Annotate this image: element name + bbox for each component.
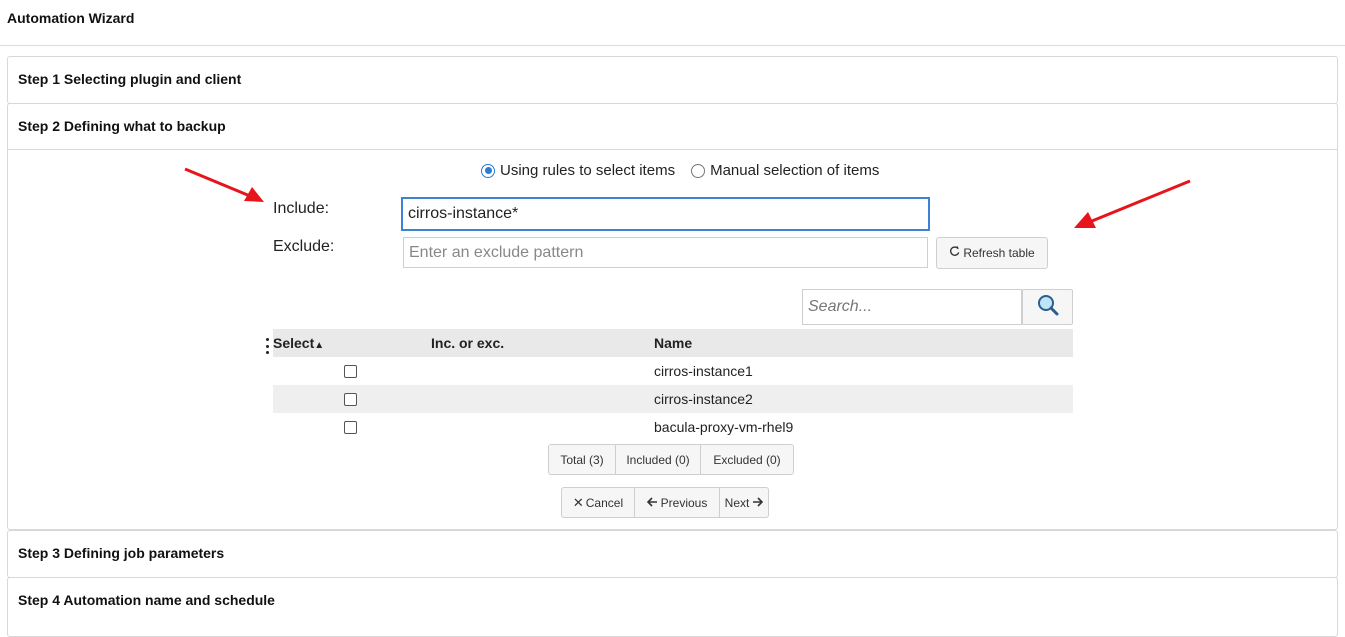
wizard-title: Automation Wizard (7, 10, 135, 26)
previous-label: Previous (660, 495, 708, 510)
column-header-select[interactable]: Select▲ (273, 335, 324, 351)
selection-mode-group: Using rules to select items Manual selec… (481, 162, 895, 179)
step-4-header[interactable]: Step 4 Automation name and schedule (8, 578, 1337, 624)
step-1-header[interactable]: Step 1 Selecting plugin and client (8, 57, 1337, 103)
cancel-label: Cancel (585, 495, 624, 510)
row-name: cirros-instance1 (654, 363, 753, 379)
row-checkbox[interactable] (344, 393, 357, 406)
table-search-input[interactable] (802, 289, 1022, 325)
wizard-nav-group: ✕ Cancel Previous Next (561, 487, 769, 518)
exclude-input[interactable] (403, 237, 928, 268)
sort-asc-icon: ▲ (314, 340, 325, 351)
row-name: bacula-proxy-vm-rhel9 (654, 419, 794, 435)
arrow-left-icon (646, 496, 658, 510)
total-filter-button[interactable]: Total (3) (548, 444, 616, 475)
table-row[interactable]: bacula-proxy-vm-rhel9 (273, 413, 1073, 441)
radio-option-rules[interactable]: Using rules to select items (481, 162, 675, 179)
close-icon: ✕ (572, 494, 584, 510)
step-3-header[interactable]: Step 3 Defining job parameters (8, 531, 1337, 577)
refresh-table-label: Refresh table (963, 246, 1035, 260)
radio-option-manual[interactable]: Manual selection of items (691, 162, 879, 179)
annotation-arrow-left (184, 167, 264, 202)
include-label: Include: (273, 200, 330, 217)
magnifier-icon (1036, 293, 1060, 322)
column-header-name[interactable]: Name (654, 335, 692, 351)
row-name: cirros-instance2 (654, 391, 753, 407)
step-1-panel[interactable]: Step 1 Selecting plugin and client (7, 56, 1338, 104)
column-options-icon[interactable] (262, 335, 272, 357)
exclude-label: Exclude: (273, 238, 335, 255)
row-checkbox[interactable] (344, 365, 357, 378)
items-table: Select▲ Inc. or exc. Name cirros-instanc… (273, 329, 1073, 441)
excluded-filter-button[interactable]: Excluded (0) (700, 444, 794, 475)
include-input[interactable] (401, 197, 930, 231)
included-filter-button[interactable]: Included (0) (615, 444, 701, 475)
wizard-title-bar: Automation Wizard (0, 0, 1345, 46)
previous-button[interactable]: Previous (634, 487, 720, 518)
table-row[interactable]: cirros-instance1 (273, 357, 1073, 385)
annotation-arrow-right (1074, 179, 1191, 228)
table-row[interactable]: cirros-instance2 (273, 385, 1073, 413)
radio-label-manual: Manual selection of items (710, 162, 880, 179)
cancel-button[interactable]: ✕ Cancel (561, 487, 635, 518)
table-search-button[interactable] (1022, 289, 1073, 325)
table-header: Select▲ Inc. or exc. Name (273, 329, 1073, 357)
count-filter-group: Total (3) Included (0) Excluded (0) (548, 444, 794, 475)
column-header-inc-exc[interactable]: Inc. or exc. (431, 335, 504, 351)
next-button[interactable]: Next (719, 487, 769, 518)
step-2-header[interactable]: Step 2 Defining what to backup (8, 104, 1337, 150)
radio-label-rules: Using rules to select items (500, 162, 676, 179)
next-label: Next (724, 495, 750, 510)
arrow-right-icon (752, 496, 764, 510)
refresh-icon (949, 246, 960, 260)
row-checkbox[interactable] (344, 421, 357, 434)
step-4-panel[interactable]: Step 4 Automation name and schedule (7, 577, 1338, 637)
refresh-table-button[interactable]: Refresh table (936, 237, 1048, 269)
step-3-panel[interactable]: Step 3 Defining job parameters (7, 530, 1338, 578)
radio-button-rules[interactable] (481, 163, 495, 178)
radio-button-manual[interactable] (691, 163, 706, 178)
